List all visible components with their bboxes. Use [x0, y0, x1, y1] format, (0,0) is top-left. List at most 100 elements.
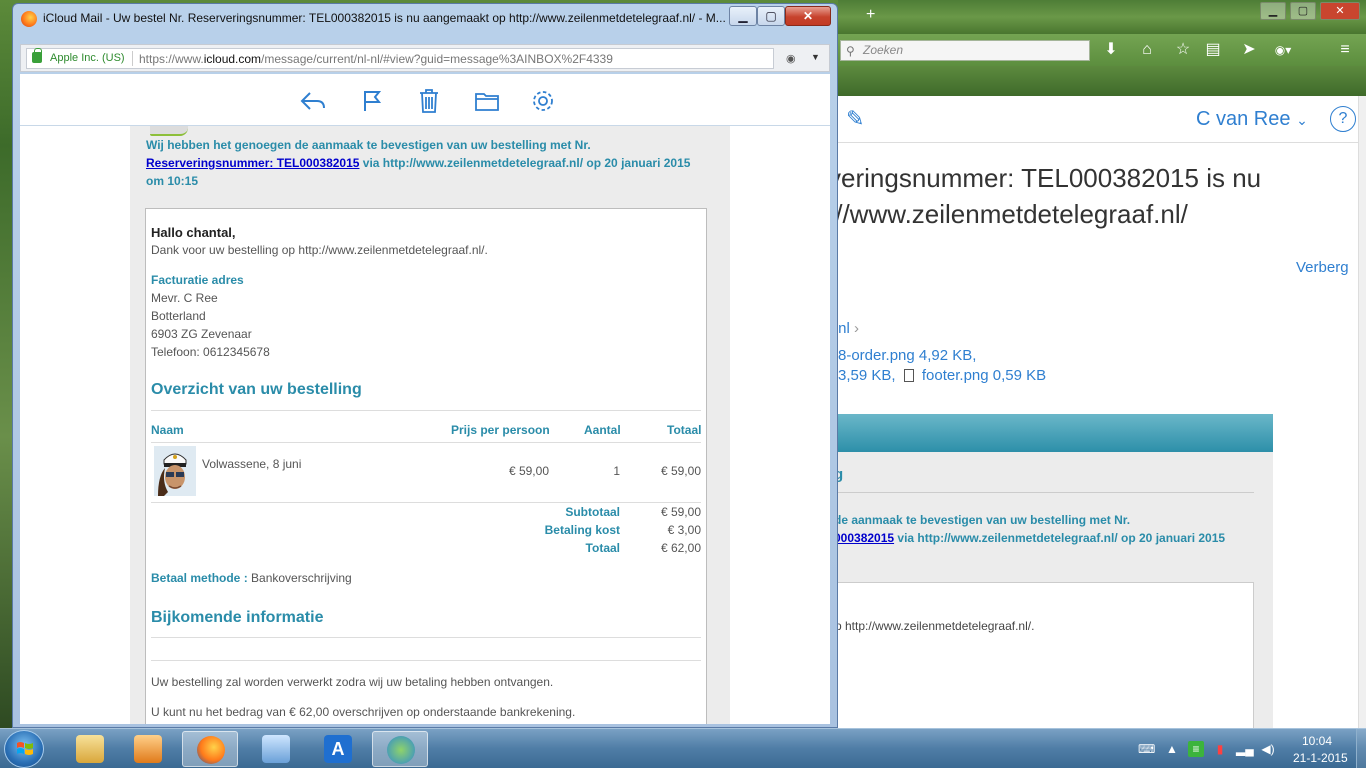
dropdown-arrow-icon[interactable]: ▼: [811, 52, 820, 62]
user-name: C van Ree: [1196, 108, 1291, 130]
address-line: Telefoon: 0612345678: [151, 345, 270, 359]
column-header-total: Totaal: [667, 423, 702, 437]
bg-confirm-line-1: de aanmaak te bevestigen van uw bestelli…: [834, 513, 1131, 527]
order-email-card: Hallo chantal, Dank voor uw bestelling o…: [145, 208, 707, 724]
divider: [151, 410, 701, 411]
reservation-link[interactable]: Reserveringsnummer: TEL000382015: [146, 156, 359, 170]
envelope-icon: [150, 126, 188, 136]
help-button[interactable]: ?: [1330, 106, 1356, 132]
keyboard-icon[interactable]: ⌨: [1138, 741, 1155, 757]
attachment-line-1[interactable]: 8-order.png 4,92 KB,: [838, 347, 976, 364]
network-icon[interactable]: ▂▄: [1236, 741, 1254, 757]
window-titlebar[interactable]: iCloud Mail - Uw bestel Nr. Reserverings…: [13, 4, 837, 34]
compose-icon[interactable]: ✎: [846, 106, 864, 132]
right-margin: [730, 126, 830, 724]
messenger-icon: [387, 736, 415, 764]
bg-maximize-button[interactable]: ▢: [1290, 2, 1316, 20]
attachment-footer[interactable]: footer.png 0,59 KB: [922, 367, 1046, 384]
taskbar-media-player[interactable]: [120, 731, 176, 767]
windows-taskbar: A ⌨ ▲ ≡ ▮ ▂▄ ◀) 10:04 21-1-2015: [0, 728, 1366, 768]
confirm-line-3: om 10:15: [146, 174, 199, 188]
maximize-button[interactable]: ▢: [757, 6, 785, 26]
extra-info-heading: Bijkomende informatie: [151, 609, 324, 626]
reply-icon[interactable]: [299, 88, 327, 114]
tracking-icon[interactable]: ◉: [786, 52, 796, 65]
start-button[interactable]: [4, 730, 44, 768]
item-name: Volwassene, 8 juni: [202, 457, 302, 471]
subtotal-label: Subtotaal: [565, 505, 620, 519]
subject-line-2: ://www.zeilenmetdetelegraaf.nl/: [828, 199, 1188, 229]
divider: [151, 660, 701, 661]
close-button[interactable]: ✕: [785, 6, 831, 26]
divider: [151, 502, 701, 503]
reading-list-icon[interactable]: ▤: [1202, 40, 1224, 60]
column-header-name: Naam: [151, 423, 184, 437]
clock-time[interactable]: 10:04: [1302, 734, 1332, 748]
product-image: [154, 446, 196, 496]
search-input[interactable]: ⚲ Zoeken: [840, 40, 1090, 61]
background-browser-tabbar: + ▁ ▢ ✕: [838, 0, 1366, 34]
total-value: € 62,00: [660, 541, 701, 555]
left-margin: [20, 126, 128, 724]
home-icon[interactable]: ⌂: [1136, 40, 1158, 60]
address-line: Mevr. C Ree: [151, 291, 218, 305]
bg-reservation-link[interactable]: 000382015: [834, 531, 894, 545]
windows-logo-icon: [17, 742, 33, 755]
bg-close-button[interactable]: ✕: [1320, 2, 1360, 20]
privacy-icon[interactable]: ◉▾: [1272, 40, 1294, 60]
app-tray-icon[interactable]: ≡: [1188, 741, 1204, 757]
hide-details-link[interactable]: Verberg: [1296, 259, 1349, 276]
thanks-text: Dank voor uw bestelling op http://www.ze…: [151, 243, 488, 257]
taskbar-control-panel[interactable]: [248, 731, 304, 767]
attachment-line-2[interactable]: 3,59 KB, footer.png 0,59 KB: [838, 367, 1046, 384]
item-total: € 59,00: [660, 464, 701, 478]
taskbar-explorer[interactable]: [62, 731, 118, 767]
folder-icon[interactable]: [473, 88, 501, 114]
new-tab-icon[interactable]: +: [866, 6, 875, 24]
item-qty: 1: [613, 464, 620, 478]
confirm-line-1: Wij hebben het genoegen de aanmaak te be…: [146, 138, 591, 152]
url-bar-container: Apple Inc. (US) https://www.icloud.com/m…: [20, 44, 830, 72]
taskbar-firefox[interactable]: [182, 731, 238, 767]
flag-icon[interactable]: [358, 88, 386, 114]
address-line: 6903 ZG Zevenaar: [151, 327, 252, 341]
icloud-mail-popup-window: iCloud Mail - Uw bestel Nr. Reserverings…: [12, 3, 838, 728]
download-icon[interactable]: ⬇: [1100, 40, 1122, 60]
send-icon[interactable]: ➤: [1238, 40, 1260, 60]
bg-confirm-line-2: 000382015 via http://www.zeilenmetdetele…: [834, 529, 1264, 547]
subtotal-value: € 59,00: [660, 505, 701, 519]
power-icon[interactable]: ▮: [1212, 741, 1228, 757]
divider: [834, 492, 1254, 493]
show-hidden-icons-icon[interactable]: ▲: [1164, 741, 1180, 757]
url-field[interactable]: Apple Inc. (US) https://www.icloud.com/m…: [26, 48, 774, 69]
bg-mail-body: g de aanmaak te bevestigen van uw bestel…: [834, 414, 1273, 732]
menu-icon[interactable]: ≡: [1334, 40, 1356, 60]
folder-icon: [76, 735, 104, 763]
minimize-button[interactable]: ▁: [729, 6, 757, 26]
payment-label: Betaal methode :: [151, 571, 248, 585]
taskbar-app-a[interactable]: A: [310, 731, 366, 767]
user-menu[interactable]: C van Ree ⌄: [1196, 108, 1308, 131]
confirm-line-2: Reserveringsnummer: TEL000382015 via htt…: [146, 154, 706, 172]
search-placeholder: Zoeken: [863, 43, 904, 57]
document-icon: [903, 369, 914, 382]
clock-date[interactable]: 21-1-2015: [1293, 751, 1348, 765]
bg-minimize-button[interactable]: ▁: [1260, 2, 1286, 20]
address-line: Botterland: [151, 309, 206, 323]
bg-confirm-rest: via http://www.zeilenmetdetelegraaf.nl/ …: [894, 531, 1226, 545]
trash-icon[interactable]: [415, 88, 443, 114]
bg-nav-strip: [838, 66, 1366, 96]
show-desktop-button[interactable]: [1356, 729, 1366, 768]
site-identity[interactable]: Apple Inc. (US): [50, 52, 125, 64]
a-app-icon: A: [324, 735, 352, 763]
taskbar-messenger[interactable]: [372, 731, 428, 767]
greeting: Hallo chantal,: [151, 225, 236, 240]
billing-heading: Facturatie adres: [151, 273, 244, 287]
bg-scrollbar[interactable]: [1358, 96, 1366, 728]
payment-method: Betaal methode : Bankoverschrijving: [151, 571, 352, 585]
url-separator: [132, 51, 133, 66]
bookmark-star-icon[interactable]: ☆: [1172, 40, 1194, 60]
volume-icon[interactable]: ◀): [1260, 741, 1276, 757]
media-player-icon: [134, 735, 162, 763]
gear-icon[interactable]: [529, 88, 557, 114]
